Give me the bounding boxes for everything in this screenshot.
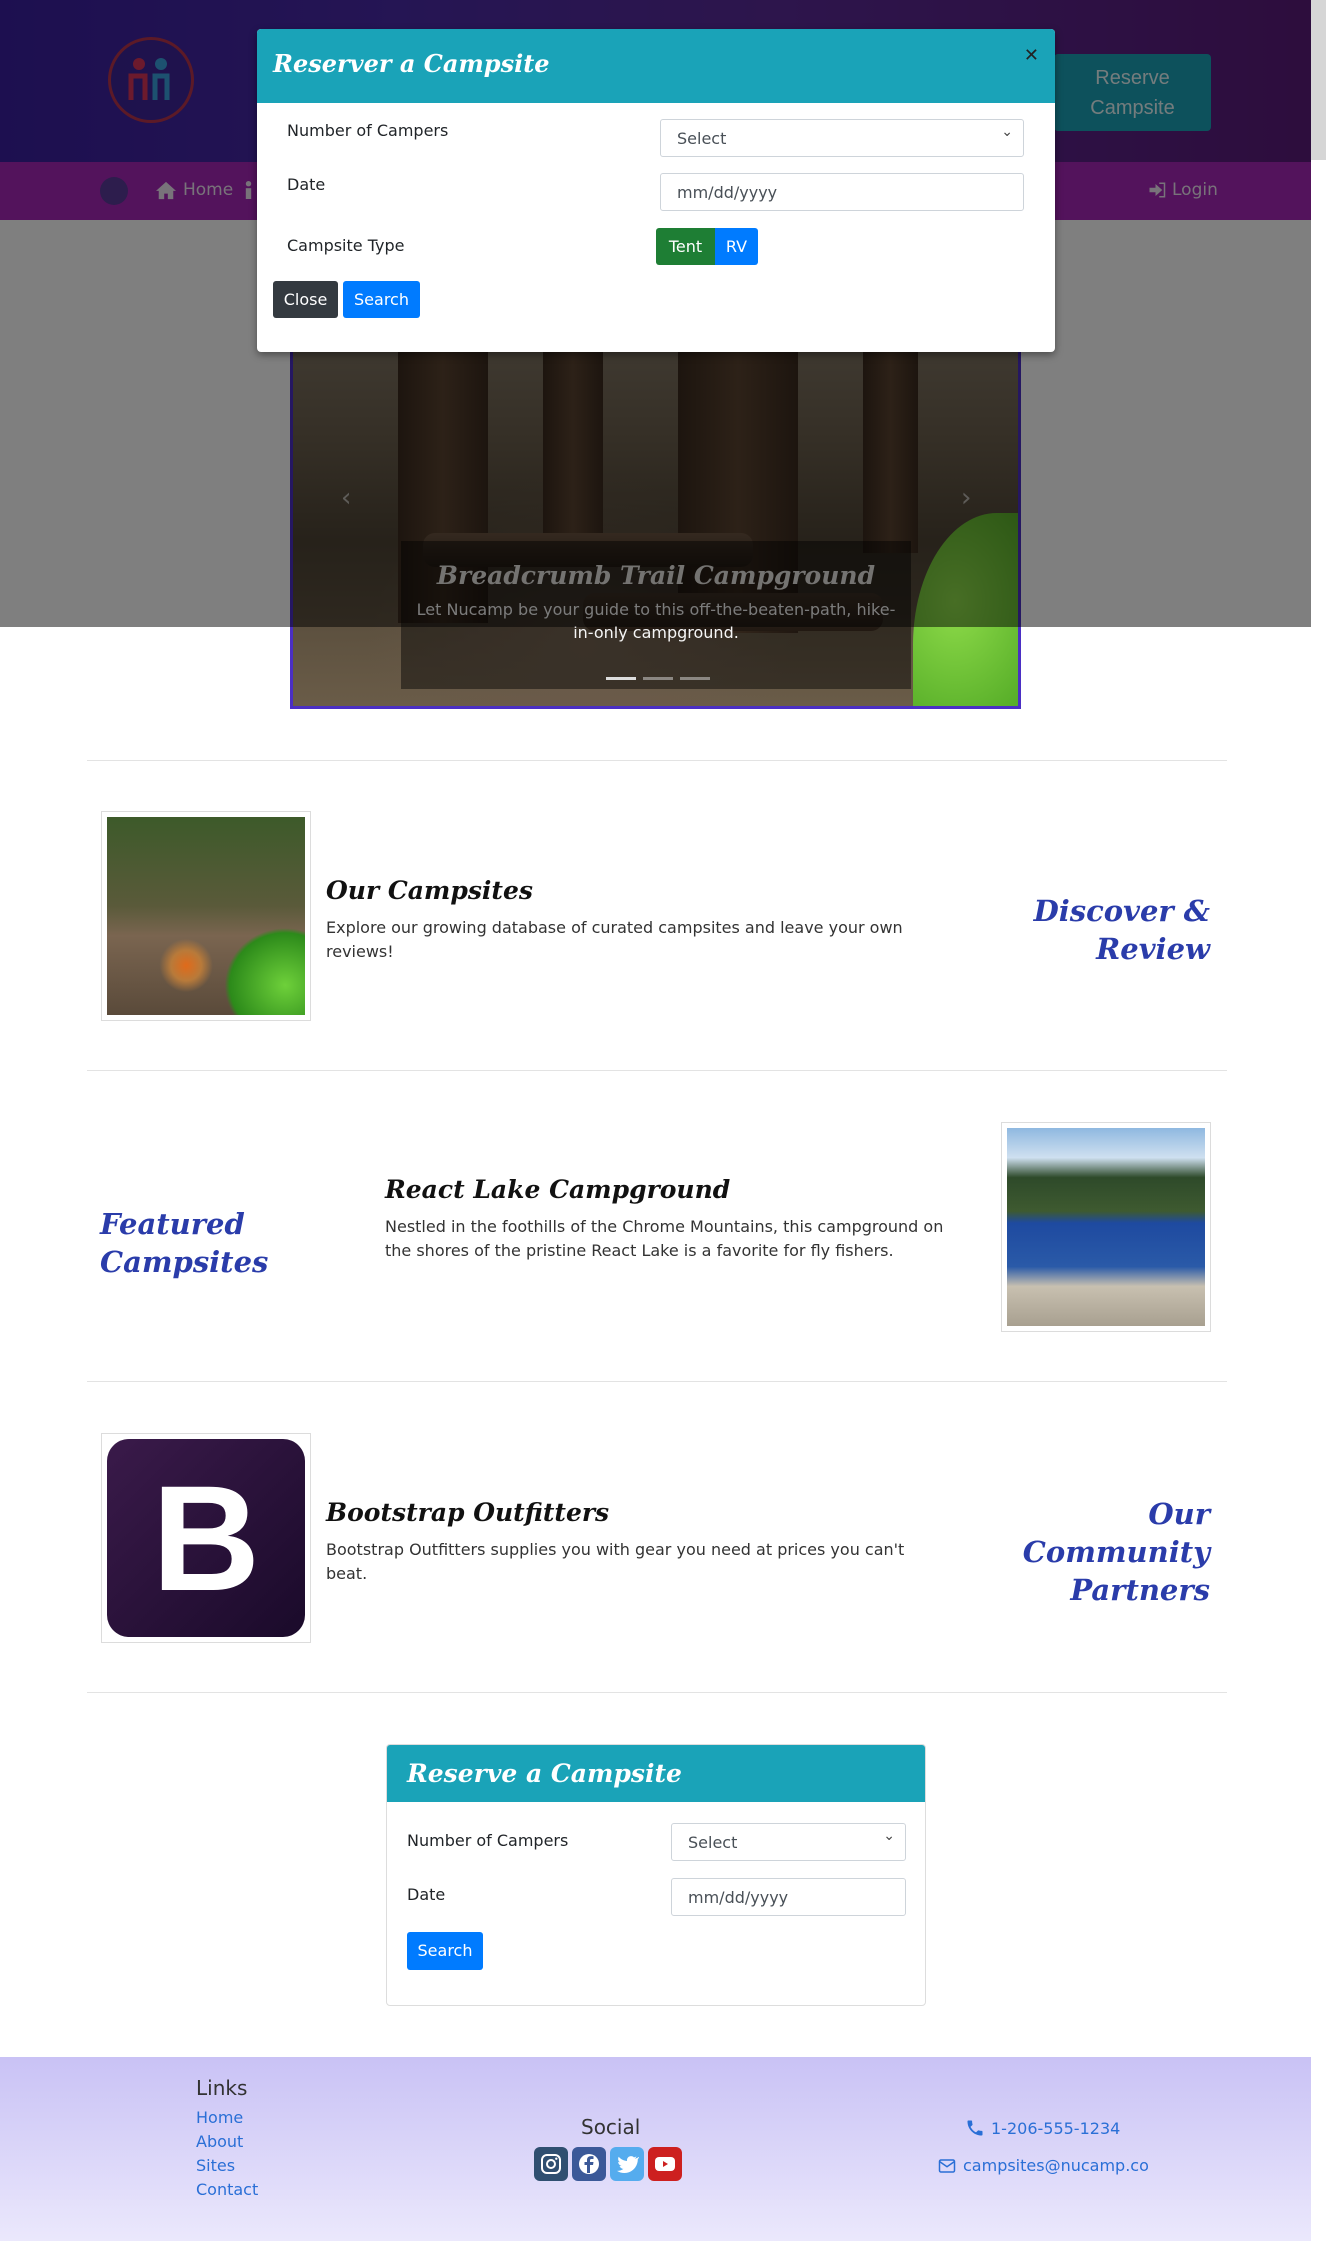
campsite-type-label: Campsite Type [287, 236, 405, 255]
page-edge [1311, 2057, 1326, 2241]
search-button[interactable]: Search [343, 281, 420, 318]
modal-header: Reserver a Campsite ✕ [257, 29, 1055, 103]
card-date-input[interactable]: mm/dd/yyyy [671, 1878, 906, 1916]
section-3-text: Bootstrap Outfitters supplies you with g… [326, 1540, 905, 1583]
section-3-heading: Our Community Partners [1022, 1497, 1210, 1607]
footer-phone-text: 1-206-555-1234 [991, 2118, 1121, 2138]
footer-link-contact[interactable]: Contact [196, 2180, 258, 2199]
section-1-text: Explore our growing database of curated … [326, 918, 903, 961]
card-date-label: Date [407, 1885, 446, 1904]
tent-toggle[interactable]: Tent [656, 228, 715, 265]
card-date-input-placeholder: mm/dd/yyyy [688, 1888, 789, 1907]
reserve-card-title: Reserve a Campsite [407, 1759, 682, 1788]
footer-link-about[interactable]: About [196, 2132, 243, 2151]
section-1-heading: Discover & Review [1033, 894, 1210, 966]
bootstrap-logo-letter: B [151, 1453, 261, 1622]
campers-label: Number of Campers [287, 121, 449, 140]
campers-select-value: Select [677, 129, 727, 148]
footer-link-home[interactable]: Home [196, 2108, 243, 2127]
envelope-icon [938, 2158, 956, 2173]
section-2-title: React Lake Campground [385, 1175, 731, 1204]
facebook-icon[interactable] [572, 2147, 606, 2181]
footer-social-heading: Social [581, 2115, 641, 2139]
bootstrap-logo: B [101, 1433, 311, 1643]
footer-phone[interactable]: 1-206-555-1234 [965, 2118, 1120, 2138]
section-2-text: Nestled in the foothills of the Chrome M… [385, 1217, 944, 1260]
footer-link-sites[interactable]: Sites [196, 2156, 235, 2175]
reserve-card-header: Reserve a Campsite [387, 1745, 925, 1802]
section-1-title: Our Campsites [326, 876, 533, 905]
divider [87, 1070, 1227, 1071]
date-input[interactable]: mm/dd/yyyy [660, 173, 1024, 211]
instagram-icon[interactable] [534, 2147, 568, 2181]
divider [87, 1381, 1227, 1382]
date-label: Date [287, 175, 326, 194]
divider [87, 1692, 1227, 1693]
campers-select[interactable]: Select [660, 119, 1024, 157]
close-button[interactable]: Close [273, 281, 338, 318]
reserve-card: Reserve a Campsite Number of Campers Sel… [386, 1744, 926, 2006]
reserve-modal: Reserver a Campsite ✕ Number of Campers … [257, 29, 1055, 352]
scrollbar[interactable] [1311, 0, 1326, 160]
rv-toggle[interactable]: RV [715, 228, 758, 265]
section-3-title: Bootstrap Outfitters [326, 1498, 610, 1527]
close-icon[interactable]: ✕ [1024, 45, 1039, 66]
carousel-indicator-3[interactable] [680, 677, 710, 680]
carousel-indicator-2[interactable] [643, 677, 673, 680]
twitter-icon[interactable] [610, 2147, 644, 2181]
footer-email-text: campsites@nucamp.co [963, 2156, 1149, 2175]
footer-email[interactable]: campsites@nucamp.co [937, 2156, 1149, 2175]
phone-icon [967, 2120, 983, 2136]
campsite-thumbnail [101, 811, 311, 1021]
carousel-indicator-1[interactable] [606, 677, 636, 680]
react-lake-thumbnail [1001, 1122, 1211, 1332]
card-campers-label: Number of Campers [407, 1831, 569, 1850]
divider [87, 760, 1227, 761]
section-2-heading: Featured Campsites [100, 1207, 269, 1279]
date-input-placeholder: mm/dd/yyyy [677, 183, 778, 202]
footer-links-heading: Links [196, 2076, 248, 2100]
modal-title: Reserver a Campsite [273, 49, 550, 78]
card-campers-select-value: Select [688, 1833, 738, 1852]
card-campers-select[interactable]: Select [671, 1823, 906, 1861]
youtube-icon[interactable] [648, 2147, 682, 2181]
card-search-button[interactable]: Search [407, 1932, 483, 1970]
